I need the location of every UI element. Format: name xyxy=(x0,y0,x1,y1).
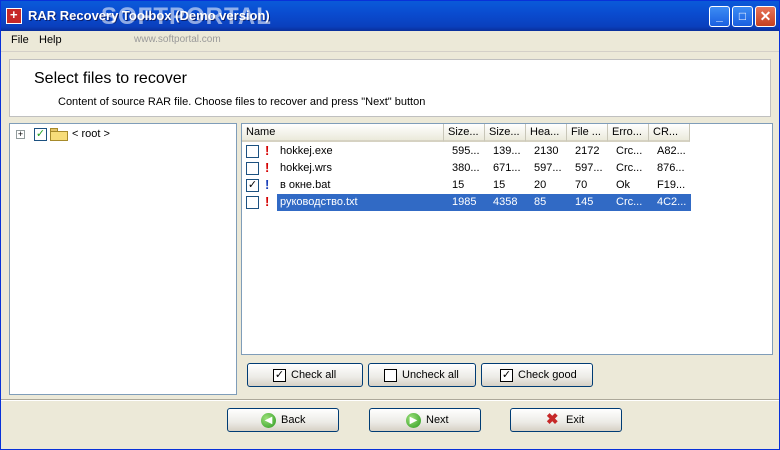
file-row-selected[interactable]: ! руководство.txt 1985 4358 85 145 Crc..… xyxy=(242,194,772,211)
column-header-size-unpacked[interactable]: Size... xyxy=(485,124,526,142)
checkbox-checked-icon: ✓ xyxy=(273,369,286,382)
watermark-text: SOFTPORTAL xyxy=(101,3,272,30)
column-header-header[interactable]: Hea... xyxy=(526,124,567,142)
cell-header: 85 xyxy=(534,196,547,208)
cell-file: 70 xyxy=(575,179,588,191)
cell-crc: A82... xyxy=(657,145,686,157)
file-row[interactable]: ! hokkej.wrs 380... 671... 597... 597...… xyxy=(242,160,772,177)
next-label: Next xyxy=(426,414,449,426)
expand-icon[interactable]: + xyxy=(16,130,25,139)
back-label: Back xyxy=(281,414,306,426)
exit-label: Exit xyxy=(566,414,585,426)
column-header-name[interactable]: Name xyxy=(242,124,444,142)
cell-name: руководство.txt xyxy=(280,196,358,208)
check-good-label: Check good xyxy=(518,369,577,381)
column-header-file[interactable]: File ... xyxy=(567,124,608,142)
cell-size-packed: 595... xyxy=(452,145,480,157)
check-good-button[interactable]: ✓ Check good xyxy=(481,363,593,387)
cell-size-unpacked: 139... xyxy=(493,145,521,157)
cell-name: hokkej.wrs xyxy=(280,162,332,174)
row-checkbox[interactable] xyxy=(246,162,259,175)
ok-icon: ! xyxy=(265,177,270,192)
folder-icon xyxy=(50,128,68,141)
page-title: Select files to recover xyxy=(34,70,187,87)
uncheck-all-button[interactable]: Uncheck all xyxy=(368,363,476,387)
row-checkbox[interactable]: ✓ xyxy=(246,179,259,192)
cell-file: 597... xyxy=(575,162,603,174)
error-icon: ! xyxy=(265,160,270,175)
cell-crc: 876... xyxy=(657,162,685,174)
title-bar[interactable]: RAR Recovery Toolbox (Demo version) SOFT… xyxy=(1,1,779,31)
cell-crc: 4C2... xyxy=(657,196,687,208)
back-button[interactable]: ◀ Back xyxy=(227,408,339,432)
file-row[interactable]: ✓ ! в окне.bat 15 15 20 70 Ok F19... xyxy=(242,177,772,194)
cell-crc: F19... xyxy=(657,179,686,191)
cell-error: Ok xyxy=(616,179,631,191)
cell-name: в окне.bat xyxy=(280,179,331,191)
minimize-button[interactable]: _ xyxy=(709,6,730,27)
next-button[interactable]: ▶ Next xyxy=(369,408,481,432)
cell-name: hokkej.exe xyxy=(280,145,333,157)
column-header-crc[interactable]: CR... xyxy=(649,124,690,142)
row-checkbox[interactable] xyxy=(246,145,259,158)
menu-bar: File Help www.softportal.com xyxy=(1,31,779,52)
cell-size-packed: 380... xyxy=(452,162,480,174)
close-button[interactable]: ✕ xyxy=(755,6,776,27)
app-window: RAR Recovery Toolbox (Demo version) SOFT… xyxy=(0,0,780,450)
next-arrow-icon: ▶ xyxy=(406,413,421,428)
menu-file[interactable]: File xyxy=(11,34,29,46)
cell-size-packed: 15 xyxy=(452,179,465,191)
page-subtitle: Content of source RAR file. Choose files… xyxy=(58,96,426,108)
maximize-button[interactable]: □ xyxy=(732,6,753,27)
watermark-url: www.softportal.com xyxy=(134,34,221,45)
cell-error: Crc... xyxy=(616,162,643,174)
file-row[interactable]: ! hokkej.exe 595... 139... 2130 2172 Crc… xyxy=(242,143,772,160)
checkbox-empty-icon xyxy=(384,369,397,382)
cell-header: 2130 xyxy=(534,145,559,157)
cell-error: Crc... xyxy=(616,145,643,157)
error-icon: ! xyxy=(265,143,270,158)
back-arrow-icon: ◀ xyxy=(261,413,276,428)
cell-size-unpacked: 671... xyxy=(493,162,521,174)
column-header-error[interactable]: Erro... xyxy=(608,124,649,142)
wizard-header: Select files to recover Content of sourc… xyxy=(9,59,771,117)
tree-root-label: < root > xyxy=(72,128,110,140)
exit-button[interactable]: ✖ Exit xyxy=(510,408,622,432)
uncheck-all-label: Uncheck all xyxy=(402,369,459,381)
error-icon: ! xyxy=(265,194,270,209)
row-checkbox[interactable] xyxy=(246,196,259,209)
cell-size-packed: 1985 xyxy=(452,196,477,208)
check-all-button[interactable]: ✓ Check all xyxy=(247,363,363,387)
cell-error: Crc... xyxy=(616,196,643,208)
check-all-label: Check all xyxy=(291,369,337,381)
cell-file: 145 xyxy=(575,196,594,208)
cell-header: 597... xyxy=(534,162,562,174)
exit-icon: ✖ xyxy=(546,411,559,428)
divider xyxy=(1,399,779,401)
cell-file: 2172 xyxy=(575,145,600,157)
column-header-size-packed[interactable]: Size... xyxy=(444,124,485,142)
folder-tree[interactable]: + ✓ < root > xyxy=(9,123,237,395)
cell-size-unpacked: 15 xyxy=(493,179,506,191)
tree-root-checkbox[interactable]: ✓ xyxy=(34,128,47,141)
menu-help[interactable]: Help xyxy=(39,34,62,46)
file-list[interactable]: Name Size... Size... Hea... File ... Err… xyxy=(241,123,773,355)
app-icon xyxy=(6,7,22,24)
cell-header: 20 xyxy=(534,179,547,191)
checkbox-checked-icon: ✓ xyxy=(500,369,513,382)
cell-size-unpacked: 4358 xyxy=(493,196,518,208)
